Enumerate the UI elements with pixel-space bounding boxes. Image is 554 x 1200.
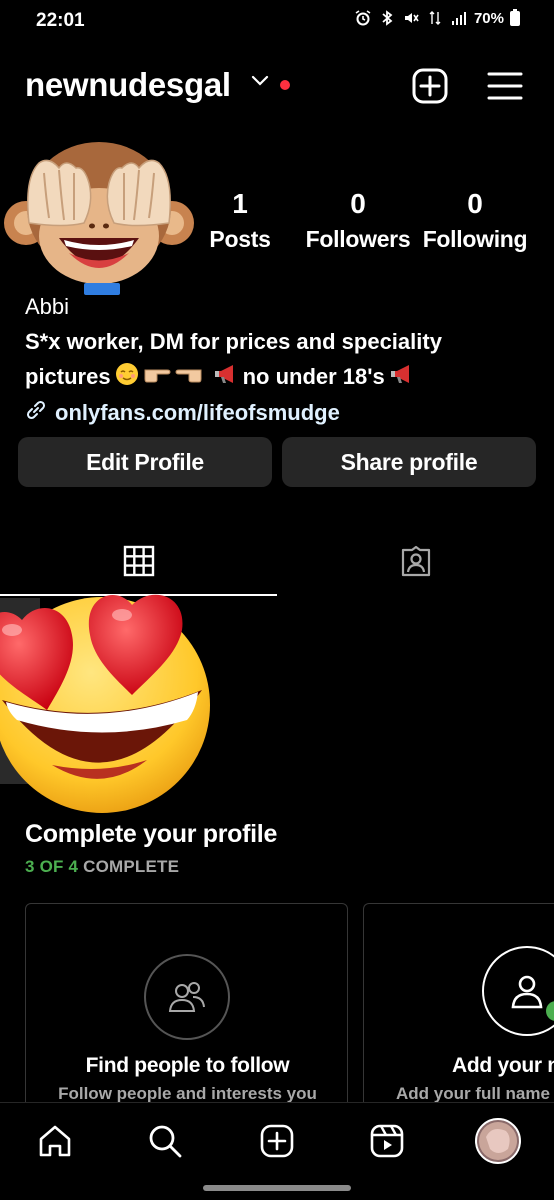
bio-line-2-text-b: no under 18's: [242, 363, 385, 389]
progress-count: 3 OF 4: [25, 857, 79, 876]
profile-avatar-small-icon: [475, 1118, 521, 1164]
search-icon: [149, 1125, 182, 1158]
pointing-left-icon: [175, 364, 203, 389]
card-title-find-people: Find people to follow: [85, 1054, 290, 1077]
add-icon: [260, 1124, 294, 1158]
megaphone-icon: [213, 363, 239, 390]
nav-profile[interactable]: [474, 1117, 522, 1165]
grid-icon: [123, 545, 155, 582]
create-button[interactable]: [410, 66, 450, 106]
status-time: 22:01: [36, 10, 85, 31]
complete-profile-progress: 3 OF 4 COMPLETE: [25, 857, 179, 877]
stat-following[interactable]: 0 Following: [420, 188, 530, 253]
nav-search[interactable]: [145, 1121, 185, 1161]
signal-icon: [450, 9, 468, 27]
bio-line-2-text-a: pictures: [25, 363, 111, 389]
following-label: Following: [422, 226, 528, 252]
following-count: 0: [467, 188, 483, 219]
menu-button[interactable]: [485, 68, 525, 104]
display-name: Abbi: [25, 294, 70, 319]
nav-home[interactable]: [35, 1121, 75, 1161]
data-icon: [426, 9, 444, 27]
posts-count: 1: [232, 188, 248, 219]
tab-tagged[interactable]: [277, 530, 554, 596]
followers-label: Followers: [305, 226, 411, 252]
mute-icon: [402, 9, 420, 27]
complete-profile-title: Complete your profile: [25, 820, 278, 848]
profile-link-text[interactable]: onlyfans.com/lifeofsmudge: [55, 400, 340, 426]
alarm-icon: [354, 9, 372, 27]
status-bar: 22:01 70%: [0, 0, 554, 44]
stat-posts[interactable]: 1 Posts: [200, 188, 280, 253]
person-icon: [482, 946, 554, 1036]
battery-icon: [510, 8, 520, 26]
card-add-name[interactable]: Add your n Add your full name: [363, 903, 554, 1133]
profile-header: newnudesgal: [0, 60, 554, 116]
posts-label: Posts: [209, 226, 271, 252]
relieved-face-icon: [115, 362, 139, 391]
home-indicator: [203, 1185, 351, 1191]
people-icon: [144, 954, 230, 1040]
chevron-down-icon[interactable]: [250, 74, 270, 93]
share-profile-button[interactable]: Share profile: [282, 437, 536, 487]
followers-count: 0: [350, 188, 366, 219]
username[interactable]: newnudesgal: [25, 66, 231, 104]
notification-dot: [280, 80, 290, 90]
bio-line-2: pictures no under 18's: [25, 362, 545, 391]
home-icon: [39, 1125, 71, 1157]
link-icon: [25, 399, 47, 427]
card-desc-find-people: Follow people and interests you: [58, 1084, 317, 1103]
pointing-right-icon: [143, 364, 171, 389]
heart-eyes-emoji-icon: [0, 580, 222, 815]
card-find-people[interactable]: Find people to follow Follow people and …: [25, 903, 348, 1133]
tagged-person-icon: [399, 544, 433, 583]
card-title-add-name: Add your n: [452, 1054, 554, 1077]
bottom-nav: [0, 1102, 554, 1180]
reels-icon: [370, 1124, 404, 1158]
bluetooth-icon: [378, 9, 396, 27]
megaphone-icon-2: [389, 363, 415, 390]
status-icons: 70%: [354, 8, 520, 27]
see-no-evil-monkey-icon: [4, 142, 194, 295]
nav-reels[interactable]: [367, 1121, 407, 1161]
nav-create[interactable]: [257, 1121, 297, 1161]
battery-percent: 70%: [473, 9, 504, 27]
card-desc-add-name: Add your full name: [396, 1084, 550, 1103]
stat-followers[interactable]: 0 Followers: [300, 188, 416, 253]
profile-bio: Abbi S*x worker, DM for prices and speci…: [25, 294, 545, 427]
edit-profile-button[interactable]: Edit Profile: [18, 437, 272, 487]
bio-line-1: S*x worker, DM for prices and speciality: [25, 329, 442, 354]
profile-avatar[interactable]: [4, 128, 194, 298]
progress-suffix: COMPLETE: [78, 857, 180, 876]
profile-link[interactable]: onlyfans.com/lifeofsmudge: [25, 399, 545, 427]
